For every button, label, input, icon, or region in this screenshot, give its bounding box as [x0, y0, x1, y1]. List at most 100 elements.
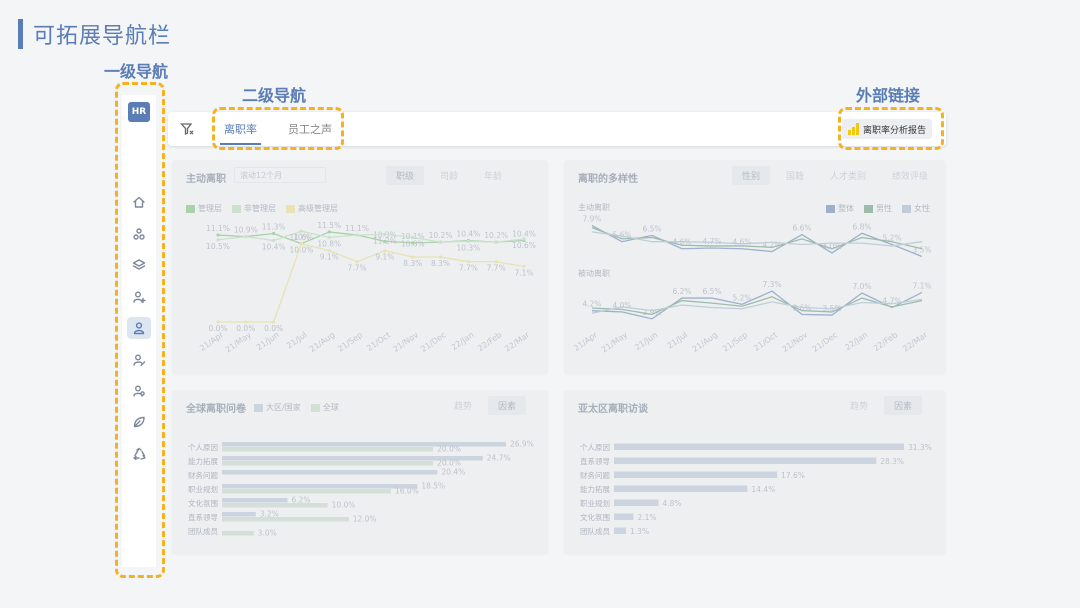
category-label: 文化氛围 — [188, 498, 218, 508]
data-point — [438, 240, 443, 244]
bar — [222, 489, 391, 494]
bar-value-label: 16.0% — [395, 487, 419, 496]
bar — [222, 442, 506, 447]
tick-label: 21/Nov — [781, 330, 810, 354]
bar-value-label: 14.4% — [751, 485, 775, 494]
category-label: 个人原因 — [188, 443, 218, 452]
tick-label: 22/Feb — [872, 330, 899, 353]
data-label: 10.4% — [512, 230, 536, 239]
bar — [222, 461, 434, 466]
card-global-reasons: 全球离职问卷 大区/国家 全球 趋势 因素 个人原因 26.9% 20.0% 能力拓展… — [172, 390, 548, 554]
slide-title: 可拓展导航栏 — [18, 18, 171, 50]
tick-label: 21/May — [600, 330, 629, 354]
bar — [222, 447, 434, 452]
category-label: 职业规划 — [188, 484, 218, 494]
filter-icon[interactable] — [180, 121, 194, 136]
data-label: 10.3% — [456, 243, 480, 252]
data-label: 7.7% — [348, 264, 367, 273]
global-bar-chart: 个人原因 26.9% 20.0% 能力拓展 24.7% 20.0% 财务问题 20.4% 职业规… — [188, 440, 534, 538]
tick-label: 21/May — [224, 330, 253, 354]
data-label: 10.8% — [401, 239, 425, 248]
bar — [222, 470, 438, 475]
tick-label: 21/Aug — [691, 330, 720, 354]
bar — [614, 485, 748, 492]
tick-label: 21/Jul — [666, 330, 690, 350]
data-label: 7.1% — [514, 268, 533, 277]
data-label: 11.6% — [290, 233, 314, 242]
highlight-primary-nav — [115, 82, 165, 578]
category-label: 个人原因 — [580, 443, 610, 452]
data-label: 4.7% — [702, 237, 721, 246]
bar — [614, 499, 659, 506]
data-point — [327, 230, 331, 234]
bar-value-label: 20.0% — [437, 459, 461, 468]
data-label: 11.5% — [317, 221, 341, 230]
tick-label: 21/Jul — [285, 330, 309, 350]
card-apac-reasons: 亚太区离职访谈 趋势 因素 个人原因 31.3% 直系领导 28.3% 财务问题 17.6… — [564, 390, 946, 554]
bar-value-label: 10.0% — [332, 501, 356, 510]
category-label: 直系领导 — [580, 456, 610, 466]
bar — [614, 457, 877, 464]
data-point — [355, 233, 359, 237]
category-label: 能力拓展 — [188, 456, 218, 466]
data-label: 7.9% — [582, 215, 601, 224]
data-label: 6.8% — [852, 222, 871, 231]
bar-value-label: 12.0% — [353, 515, 377, 524]
bar — [222, 484, 418, 489]
bar — [222, 498, 288, 503]
data-label: 4.2% — [582, 300, 601, 309]
highlight-external-link — [838, 107, 944, 150]
bar-value-label: 17.6% — [781, 471, 805, 480]
tick-label: 21/Jun — [633, 330, 659, 352]
data-label: 6.6% — [792, 224, 811, 233]
bar-value-label: 28.3% — [880, 457, 904, 466]
data-label: 11.1% — [345, 224, 369, 233]
tick-label: 21/Oct — [365, 330, 392, 353]
category-label: 财务问题 — [188, 470, 218, 480]
tick-label: 22/Jan — [450, 330, 476, 352]
bar-value-label: 24.7% — [487, 454, 511, 463]
category-label: 直系领导 — [188, 512, 218, 522]
title-accent-bar — [18, 19, 23, 49]
annotation-secondary-nav: 二级导航 — [242, 86, 307, 105]
annotation-primary-nav: 一级导航 — [104, 62, 169, 81]
data-label: 11.2% — [373, 236, 397, 245]
card-diversity: 离职的多样性 性别 国籍 人才类别 绩效评级 主动离职 被动离职 整体 男性 女… — [564, 160, 946, 374]
tick-label: 21/Apr — [198, 330, 226, 353]
bar-value-label: 4.8% — [662, 499, 681, 508]
bar-value-label: 31.3% — [908, 443, 932, 452]
data-label: 10.2% — [429, 231, 453, 240]
tick-label: 22/Mar — [503, 330, 532, 354]
slide-title-text: 可拓展导航栏 — [33, 24, 172, 49]
bar-value-label: 20.0% — [437, 445, 461, 454]
data-label: 10.0% — [290, 246, 314, 255]
category-label: 能力拓展 — [580, 484, 610, 494]
series-line — [218, 242, 525, 323]
highlight-secondary-nav — [212, 107, 344, 150]
bar — [614, 527, 627, 534]
tick-label: 21/Sep — [721, 330, 749, 353]
data-point — [494, 240, 498, 244]
category-label: 职业规划 — [580, 498, 610, 508]
data-label: 7.3% — [762, 280, 781, 289]
data-label: 9.1% — [320, 253, 339, 262]
data-label: 10.4% — [262, 243, 286, 252]
bar — [222, 512, 256, 517]
bar-value-label: 3.0% — [258, 529, 277, 538]
bar — [222, 503, 328, 508]
apac-bar-chart: 个人原因 31.3% 直系领导 28.3% 财务问题 17.6% 能力拓展 14.4% 职业规划… — [580, 443, 932, 536]
data-label: 7.0% — [852, 282, 871, 291]
bar-value-label: 26.9% — [510, 440, 534, 449]
tick-label: 22/Feb — [476, 330, 503, 353]
tick-label: 21/Nov — [391, 330, 420, 354]
bar — [614, 443, 904, 450]
bar — [614, 471, 778, 478]
annotation-external-link: 外部链接 — [856, 86, 921, 105]
bar — [614, 513, 634, 520]
data-label: 6.5% — [702, 287, 721, 296]
category-label: 团队成员 — [580, 526, 610, 536]
data-label: 10.8% — [317, 239, 341, 248]
tick-label: 21/Apr — [572, 330, 600, 353]
data-label: 5.2% — [732, 293, 751, 302]
data-label: 10.4% — [456, 230, 480, 239]
